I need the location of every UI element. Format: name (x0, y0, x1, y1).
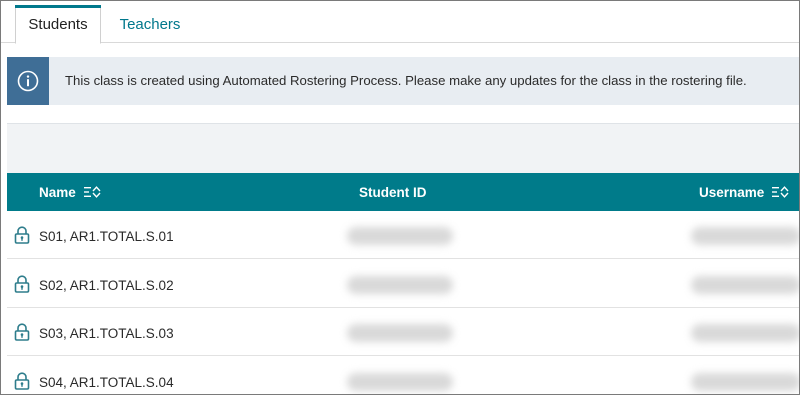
tab-teachers[interactable]: Teachers (107, 5, 193, 43)
sort-icon[interactable] (83, 186, 102, 198)
username-redacted (691, 324, 799, 342)
student-name: S03, AR1.TOTAL.S.03 (39, 326, 174, 341)
student-name: S02, AR1.TOTAL.S.02 (39, 278, 174, 293)
student-id-redacted (347, 373, 453, 391)
tab-bar: Students Teachers (1, 1, 799, 44)
column-header-student-id-label: Student ID (359, 184, 427, 200)
username-redacted (691, 373, 799, 391)
table-header: Name Student ID Username (7, 173, 799, 211)
toolbar-area (7, 123, 799, 173)
column-header-username-label: Username (699, 184, 765, 200)
column-header-name[interactable]: Name (39, 173, 102, 211)
lock-icon (14, 372, 30, 390)
table-row[interactable]: S01, AR1.TOTAL.S.01 (7, 211, 799, 259)
lock-icon (14, 226, 30, 244)
lock-icon (14, 323, 30, 341)
rostering-info-banner: This class is created using Automated Ro… (7, 57, 799, 105)
student-name: S01, AR1.TOTAL.S.01 (39, 229, 174, 244)
table-row[interactable]: S03, AR1.TOTAL.S.03 (7, 308, 799, 356)
username-redacted (691, 227, 799, 245)
table-row[interactable]: S02, AR1.TOTAL.S.02 (7, 260, 799, 308)
student-id-redacted (347, 227, 453, 245)
roster-panel: Students Teachers This class is created … (0, 0, 800, 395)
student-name: S04, AR1.TOTAL.S.04 (39, 375, 174, 390)
student-id-redacted (347, 276, 453, 294)
tab-students[interactable]: Students (15, 5, 101, 44)
column-header-name-label: Name (39, 184, 76, 200)
banner-message: This class is created using Automated Ro… (65, 73, 747, 88)
lock-icon (14, 275, 30, 293)
student-id-redacted (347, 324, 453, 342)
username-redacted (691, 276, 799, 294)
table-row[interactable]: S04, AR1.TOTAL.S.04 (7, 357, 799, 394)
sort-icon[interactable] (772, 186, 790, 198)
column-header-username[interactable]: Username (699, 173, 790, 211)
column-header-student-id: Student ID (359, 173, 427, 211)
info-icon (7, 57, 49, 105)
